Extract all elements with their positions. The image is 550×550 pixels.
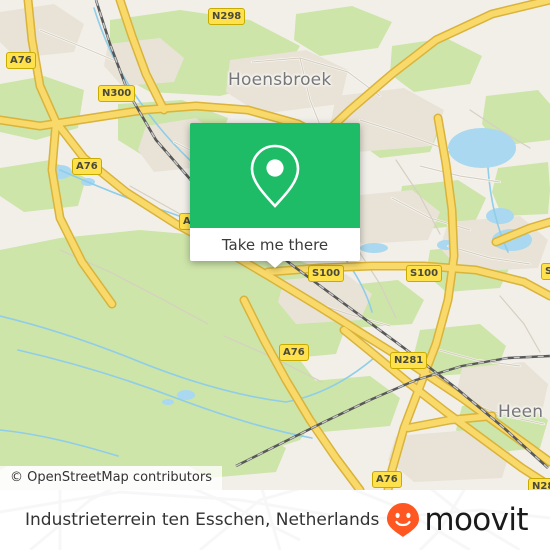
map-page: Hoensbroek Heen N298 A76 N300 A76 A76 S1… (0, 0, 550, 550)
take-me-there-button[interactable]: Take me there (190, 228, 360, 268)
moovit-wordmark: moovit (424, 501, 528, 538)
popup-pointer-icon (267, 261, 283, 268)
road-shield-a76-west[interactable]: A76 (72, 158, 102, 175)
road-shield-a76-nw[interactable]: A76 (6, 52, 36, 69)
destination-popup[interactable]: Take me there (190, 123, 360, 268)
road-shield-n281[interactable]: N281 (390, 352, 428, 369)
road-shield-n298[interactable]: N298 (208, 8, 246, 25)
road-shield-a76-bottom[interactable]: A76 (372, 471, 402, 488)
road-shield-n281-bottom[interactable]: N281 (528, 478, 550, 490)
location-title: Industrieterrein ten Esschen, Netherland… (25, 510, 380, 530)
take-me-there-label: Take me there (221, 235, 329, 254)
road-shield-a76-south[interactable]: A76 (279, 344, 309, 361)
road-shield-s100-right[interactable]: S100 (406, 265, 443, 282)
osm-attribution[interactable]: © OpenStreetMap contributors (0, 466, 222, 490)
moovit-brand[interactable]: moovit (386, 490, 529, 550)
popup-pin-area (190, 123, 360, 228)
road-shield-s100-left[interactable]: S100 (308, 265, 345, 282)
road-shield-s100-edge[interactable]: S (541, 263, 550, 280)
map-pin-icon (250, 144, 300, 208)
moovit-smiley-pin-icon (387, 503, 420, 537)
road-shield-n300[interactable]: N300 (98, 85, 136, 102)
map-canvas[interactable]: Hoensbroek Heen N298 A76 N300 A76 A76 S1… (0, 0, 550, 490)
footer-bar: Industrieterrein ten Esschen, Netherland… (0, 490, 550, 550)
